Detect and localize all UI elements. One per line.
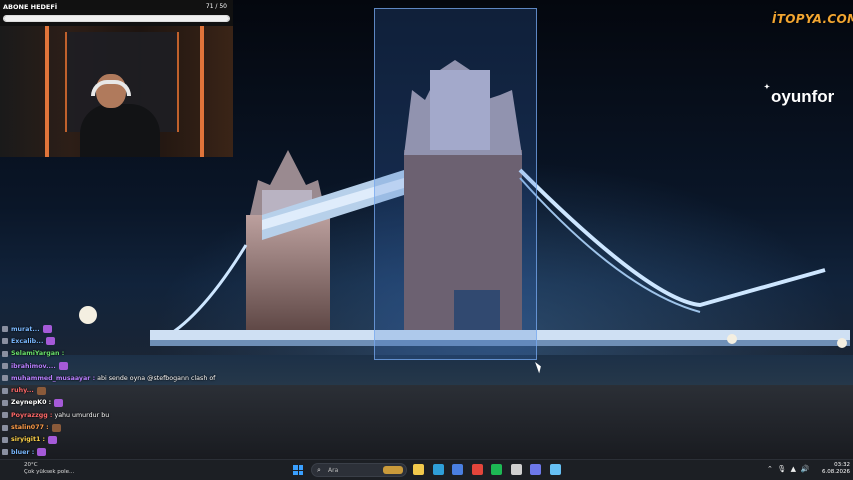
chat-username: muhammed_musaayar :	[11, 374, 96, 382]
user-badge-icon	[2, 449, 8, 456]
headset-icon	[91, 80, 131, 96]
chat-message: ruhy...	[2, 384, 242, 396]
chat-message: ZeynepK0 :	[2, 397, 242, 409]
taskbar-clock[interactable]: 03:32 6.08.2026	[822, 462, 850, 476]
chat-emote-icon	[37, 448, 47, 457]
subscriber-goal-widget: ABONE HEDEFİ 71 / 50	[0, 0, 233, 26]
goal-progress-bar	[3, 15, 230, 22]
itopya-logo: İTOPYA.COM	[772, 12, 853, 26]
chat-username: SelamiYargan :	[11, 350, 65, 358]
spotify-icon[interactable]	[491, 464, 502, 475]
chat-username: murat...	[11, 325, 40, 333]
clock-time: 03:32	[834, 462, 850, 468]
led-strip	[200, 26, 204, 157]
search-highlight-image	[383, 466, 403, 474]
goal-count: 71 / 50	[205, 3, 227, 10]
weather-description: Çok yüksek pole...	[24, 469, 75, 475]
user-badge-icon	[2, 412, 8, 419]
user-badge-icon	[2, 399, 8, 406]
webcam-feed	[0, 26, 233, 157]
streamer-body	[80, 104, 160, 157]
windows-logo-icon	[298, 470, 303, 475]
chat-message: siryigit1 :	[2, 434, 242, 446]
chat-username: siryigit1 :	[11, 436, 46, 444]
file-explorer-icon[interactable]	[413, 464, 424, 475]
chat-message: muhammed_musaayar : abi sende oyna @stefb…	[2, 372, 242, 384]
chat-username: ibrahimov....	[11, 362, 56, 370]
chat-username: stalin077 :	[11, 424, 49, 432]
chat-emote-icon	[42, 325, 52, 334]
sparkle-icon: ✦	[764, 84, 770, 91]
stream-chat-overlay: murat... Excalib... SelamiYargan : ibrahimo…	[2, 323, 242, 471]
clock-date: 6.08.2026	[822, 469, 850, 475]
windows-taskbar: 20°C Çok yüksek pole... ⌕ Ara ⌃ 🎙 ▲ 🔊 03…	[0, 459, 853, 480]
user-badge-icon	[2, 326, 8, 333]
streamer	[80, 74, 160, 157]
oyunfor-logo: ✦ oyunfor	[764, 84, 835, 107]
oyunfor-logo-text: oyunfor	[771, 87, 835, 106]
chat-message: ibrahimov....	[2, 360, 242, 372]
weather-temperature: 20°C	[24, 462, 38, 468]
led-strip	[45, 26, 49, 157]
chat-text: abi sende oyna @stefbogann clash of	[97, 374, 216, 382]
chat-message: SelamiYargan :	[2, 348, 242, 360]
start-button[interactable]	[293, 465, 303, 475]
user-badge-icon	[2, 338, 8, 345]
chat-username: Poyrazzgg :	[11, 411, 53, 419]
windows-logo-icon	[293, 470, 298, 475]
search-placeholder: Ara	[328, 467, 339, 474]
weather-widget[interactable]: 20°C Çok yüksek pole...	[24, 462, 74, 476]
chat-emote-icon	[36, 386, 46, 395]
chat-emote-icon	[48, 435, 58, 444]
chat-message: stalin077 :	[2, 421, 242, 433]
windows-logo-icon	[298, 465, 303, 470]
chat-username: bluer :	[11, 448, 35, 456]
chat-username: ruhy...	[11, 387, 34, 395]
user-badge-icon	[2, 424, 8, 431]
user-badge-icon	[2, 436, 8, 443]
chat-username: ZeynepK0 :	[11, 399, 52, 407]
search-icon: ⌕	[317, 466, 321, 474]
discord-icon[interactable]	[530, 464, 541, 475]
goal-progress-fill	[4, 16, 229, 21]
drag-selection-rectangle	[374, 8, 537, 360]
mail-icon[interactable]	[452, 464, 463, 475]
chat-emote-icon	[54, 398, 64, 407]
chat-text: yahu umurdur bu	[54, 411, 110, 419]
system-tray[interactable]: ⌃ 🎙 ▲ 🔊	[767, 465, 809, 473]
chat-emote-icon	[58, 362, 68, 371]
chat-message: bluer :	[2, 446, 242, 458]
edge-icon[interactable]	[432, 464, 444, 475]
steam-icon[interactable]	[549, 464, 561, 475]
user-badge-icon	[2, 387, 8, 394]
user-badge-icon	[2, 363, 8, 370]
chat-message: Excalib...	[2, 335, 242, 347]
goal-title: ABONE HEDEFİ	[3, 3, 58, 11]
chrome-icon[interactable]	[471, 464, 483, 475]
chat-message: Poyrazzgg : yahu umurdur bu	[2, 409, 242, 421]
chat-emote-icon	[46, 337, 56, 346]
windows-logo-icon	[293, 465, 298, 470]
taskbar-search-box[interactable]: ⌕ Ara	[311, 463, 407, 477]
obs-icon[interactable]	[510, 464, 522, 475]
chat-message: murat...	[2, 323, 242, 335]
user-badge-icon	[2, 375, 8, 382]
chat-emote-icon	[51, 423, 61, 432]
user-badge-icon	[2, 350, 8, 357]
chat-username: Excalib...	[11, 337, 44, 345]
